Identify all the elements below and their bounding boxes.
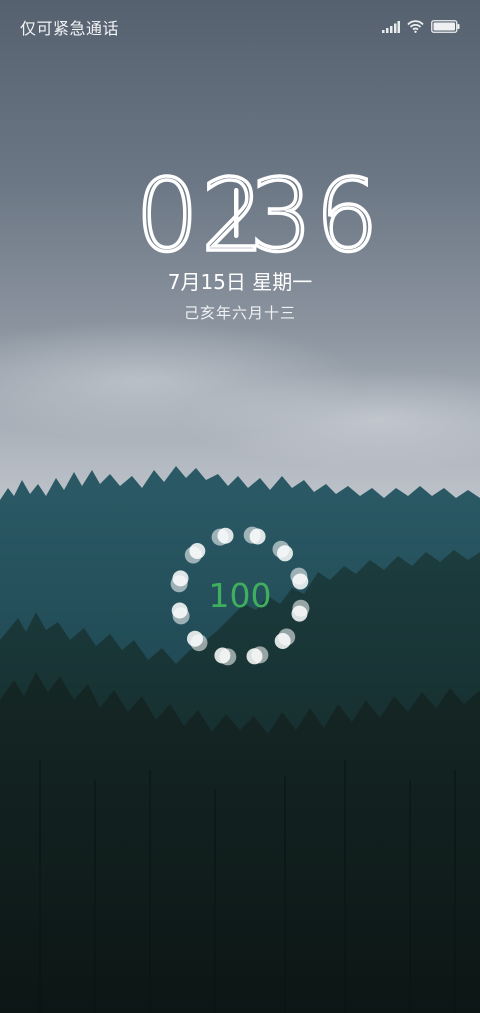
charge-level-value: 100 (208, 576, 272, 615)
battery-icon (431, 18, 460, 37)
clock-minutes: 36 (249, 170, 380, 258)
clock-separator (234, 188, 239, 238)
clock-hours: 02 (135, 170, 266, 258)
battery-fill (433, 22, 455, 31)
signal-bars-icon (382, 18, 400, 37)
charging-indicator: 100 (160, 516, 320, 676)
date-text: 7月15日 星期一 (167, 270, 313, 294)
lunar-date-text: 己亥年六月十三 (183, 304, 296, 322)
wifi-icon (407, 18, 424, 37)
lockscreen-clock: 02 36 (0, 170, 480, 258)
status-bar: 仅可紧急通话 (0, 0, 480, 50)
status-icons (382, 18, 460, 37)
lockscreen-wallpaper (0, 0, 480, 1013)
carrier-status-text: 仅可紧急通话 (20, 19, 120, 38)
